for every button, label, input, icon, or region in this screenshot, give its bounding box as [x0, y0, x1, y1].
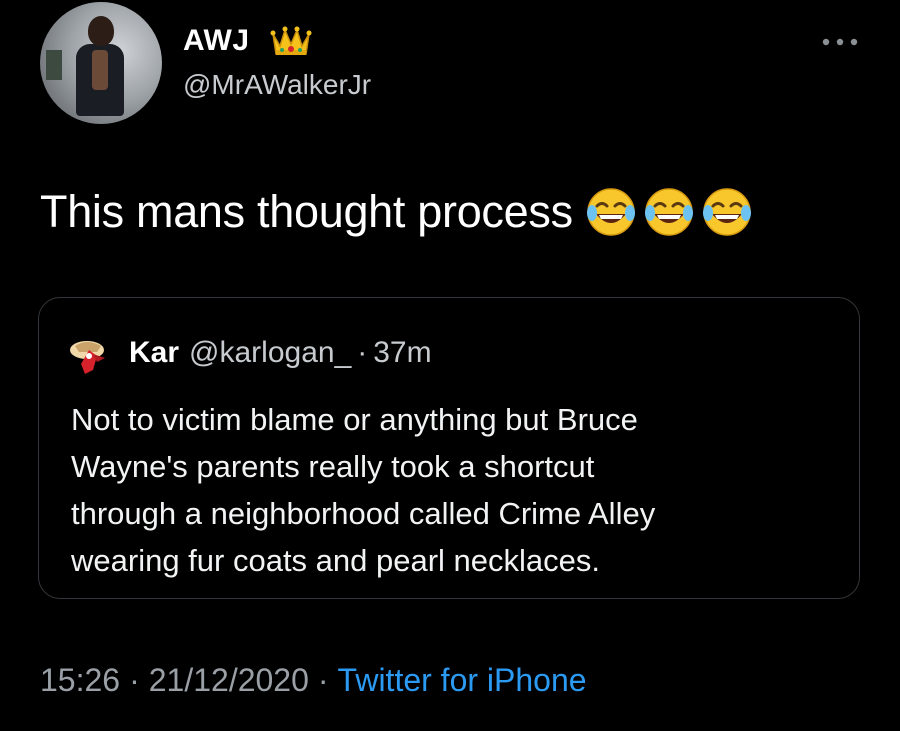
author-display-name[interactable]: AWJ [183, 24, 250, 58]
tweet-source-link[interactable]: Twitter for iPhone [338, 662, 587, 698]
avatar-figure-head [88, 16, 114, 46]
quoted-text-line: Not to victim blame or anything but Bruc… [71, 402, 638, 437]
quoted-separator: · [357, 336, 368, 369]
tweet-card: AWJ @MrAWalkerJr This mans thought proce… [0, 0, 900, 731]
tweet-metadata: 15:26 · 21/12/2020 · Twitter for iPhone [40, 662, 587, 699]
author-avatar[interactable] [40, 2, 162, 124]
quoted-author-handle[interactable]: @karlogan_ [189, 336, 351, 370]
quoted-text-line: through a neighborhood called Crime Alle… [71, 496, 656, 531]
tweet-text-content: This mans thought process [40, 186, 573, 237]
laughing-tears-icon [586, 188, 635, 236]
quoted-tweet-header: Kar @karlogan_ · 37m [129, 336, 432, 370]
laughing-tears-icon [702, 188, 751, 236]
meta-separator: · [317, 662, 329, 698]
quoted-text-line: Wayne's parents really took a shortcut [71, 449, 595, 484]
quoted-author-avatar[interactable] [67, 336, 111, 376]
meta-separator: · [129, 662, 140, 698]
more-options-icon[interactable] [820, 36, 860, 48]
tweet-text: This mans thought process [40, 186, 753, 238]
quoted-tweet-text: Not to victim blame or anything but Bruc… [71, 396, 831, 584]
tweet-time: 15:26 [40, 662, 121, 698]
quoted-text-line: wearing fur coats and pearl necklaces. [71, 543, 601, 578]
avatar-background-object [46, 50, 62, 80]
quoted-author-name[interactable]: Kar [129, 336, 179, 370]
quoted-tweet[interactable]: Kar @karlogan_ · 37m Not to victim blame… [38, 297, 860, 599]
quoted-timestamp: 37m [373, 336, 432, 369]
tweet-date: 21/12/2020 [148, 662, 309, 698]
laughing-tears-icon [644, 188, 693, 236]
avatar-figure-chest [92, 50, 108, 90]
emoji-group [585, 186, 753, 238]
crown-icon [270, 26, 312, 55]
author-handle[interactable]: @MrAWalkerJr [183, 69, 371, 101]
